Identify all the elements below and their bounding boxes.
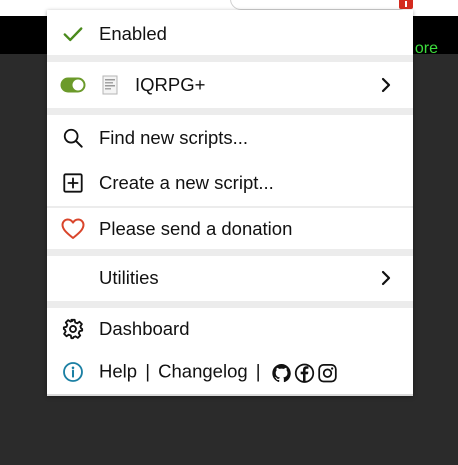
section-enabled: Enabled — [47, 10, 413, 55]
chevron-right-icon — [379, 76, 393, 94]
toggle-icon[interactable] — [60, 73, 86, 97]
info-icon — [61, 360, 85, 384]
help-separator: | — [145, 360, 151, 382]
page-icon — [101, 73, 119, 97]
section-donation: Please send a donation — [47, 208, 413, 249]
heart-icon — [61, 217, 85, 241]
help-link[interactable]: Help — [99, 361, 137, 382]
github-icon[interactable] — [271, 362, 292, 383]
create-script-item[interactable]: Create a new script... — [47, 161, 413, 205]
script-name: IQRPG+ — [135, 74, 206, 95]
popup-bottom-border — [47, 394, 413, 396]
help-row: Help | Changelog | — [47, 350, 413, 394]
utilities-item[interactable]: Utilities — [47, 258, 413, 298]
extension-badge-icon[interactable] — [399, 0, 413, 9]
section-utilities: Utilities — [47, 256, 413, 301]
site-header-text: ore — [414, 40, 438, 57]
dashboard-label: Dashboard — [99, 318, 190, 339]
plus-box-icon — [61, 171, 85, 195]
gear-icon — [61, 317, 85, 341]
donation-item[interactable]: Please send a donation — [47, 209, 413, 249]
instagram-icon[interactable] — [317, 362, 338, 383]
social-icons — [271, 362, 338, 383]
page: ore Enabled IQRPG+ Find new scripts... C… — [0, 0, 458, 465]
utilities-label: Utilities — [99, 267, 159, 288]
help-links: Help | Changelog | — [99, 361, 338, 384]
script-item-iqrpg[interactable]: IQRPG+ — [47, 65, 413, 105]
donation-label: Please send a donation — [99, 218, 293, 239]
section-footer: Dashboard Help | Changelog | — [47, 308, 413, 394]
chevron-right-icon — [379, 269, 393, 287]
find-scripts-item[interactable]: Find new scripts... — [47, 115, 413, 161]
enabled-toggle-item[interactable]: Enabled — [47, 14, 413, 54]
dashboard-item[interactable]: Dashboard — [47, 308, 413, 350]
check-icon — [61, 22, 85, 46]
search-icon — [61, 126, 85, 150]
create-script-label: Create a new script... — [99, 172, 274, 193]
enabled-label: Enabled — [99, 23, 167, 44]
help-separator: | — [255, 360, 261, 382]
find-scripts-label: Find new scripts... — [99, 127, 249, 148]
section-scripts: IQRPG+ — [47, 62, 413, 108]
section-script-actions: Find new scripts... Create a new script.… — [47, 115, 413, 206]
address-bar[interactable] — [230, 0, 410, 10]
extension-popup-menu: Enabled IQRPG+ Find new scripts... Creat… — [47, 10, 413, 396]
facebook-icon[interactable] — [294, 362, 315, 383]
changelog-link[interactable]: Changelog — [158, 361, 248, 382]
